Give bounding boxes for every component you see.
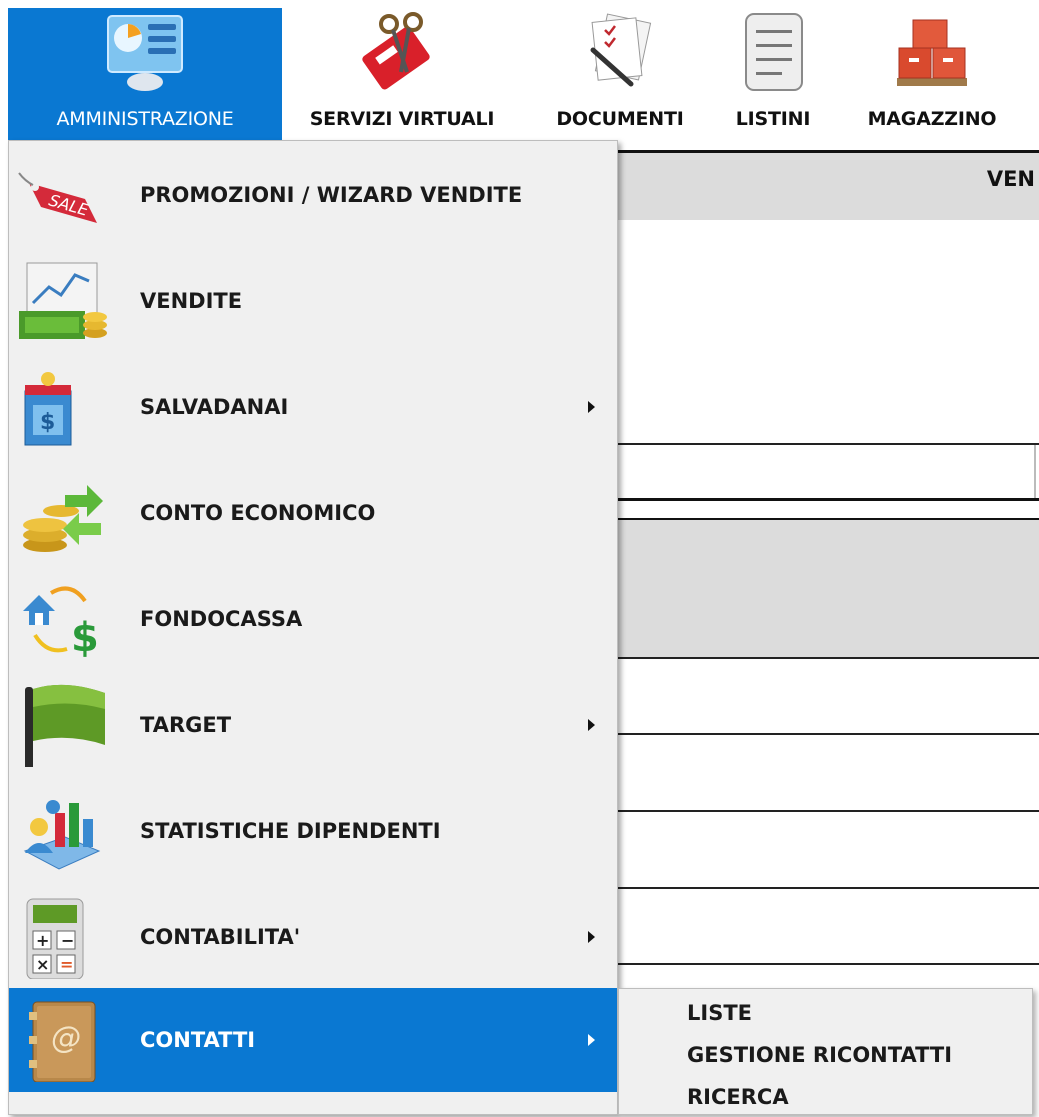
divider — [618, 657, 1039, 659]
address-book-icon: @ — [29, 1001, 96, 1082]
menu-item-fondocassa[interactable]: $ FONDOCASSA — [9, 567, 617, 671]
submenu-arrow-icon — [588, 719, 595, 731]
menu-item-promozioni[interactable]: SALE PROMOZIONI / WIZARD VENDITE — [9, 143, 617, 247]
menu-item-label: STATISTICHE DIPENDENTI — [140, 819, 441, 843]
menu-item-label: CONTO ECONOMICO — [140, 501, 376, 525]
submenu-arrow-icon — [588, 931, 595, 943]
top-toolbar: AMMINISTRAZIONE SERVIZI VIRTUALI DOCUMEN… — [0, 0, 1039, 140]
svg-text:$: $ — [71, 615, 99, 661]
list-notepad-icon — [745, 13, 803, 91]
submenu-item-label: RICERCA — [687, 1085, 789, 1109]
green-flag-icon — [25, 684, 105, 767]
toolbar-item-label: SERVIZI VIRTUALI — [309, 108, 495, 130]
menu-item-contabilita[interactable]: + − × = CONTABILITA' — [9, 885, 617, 989]
documents-pen-icon — [590, 13, 652, 87]
divider — [618, 443, 1039, 445]
menu-item-conto-economico[interactable]: CONTO ECONOMICO — [9, 461, 617, 565]
submenu-arrow-icon — [588, 1034, 595, 1046]
submenu-item-label: GESTIONE RICONTATTI — [687, 1043, 953, 1067]
sale-tag-icon: SALE — [18, 172, 97, 223]
svg-text:+: + — [36, 931, 49, 950]
menu-item-label: VENDITE — [140, 289, 243, 313]
toolbar-item-label: DOCUMENTI — [556, 108, 684, 130]
menu-item-label: CONTABILITA' — [140, 925, 301, 949]
background-table-header: VEN — [618, 150, 1039, 220]
toolbar-item-label: AMMINISTRAZIONE — [56, 108, 234, 130]
svg-text:×: × — [36, 955, 49, 974]
background-section — [618, 520, 1039, 658]
menu-item-label: FONDOCASSA — [140, 607, 303, 631]
submenu-arrow-icon — [588, 401, 595, 413]
submenu-item-label: LISTE — [687, 1001, 752, 1025]
divider — [618, 810, 1039, 812]
divider — [618, 733, 1039, 735]
svg-text:$: $ — [40, 410, 55, 435]
house-dollar-exchange-icon: $ — [23, 586, 99, 661]
menu-item-label: TARGET — [140, 713, 232, 737]
menu-item-target[interactable]: TARGET — [9, 673, 617, 777]
warehouse-boxes-icon — [897, 19, 967, 86]
toolbar-magazzino-button[interactable]: MAGAZZINO — [842, 8, 1022, 140]
contatti-submenu: LISTE GESTIONE RICONTATTI RICERCA — [618, 988, 1033, 1115]
menu-item-vendite[interactable]: VENDITE — [9, 249, 617, 353]
toolbar-servizi-virtuali-button[interactable]: SERVIZI VIRTUALI — [286, 8, 518, 140]
divider — [618, 887, 1039, 889]
toolbar-listini-button[interactable]: LISTINI — [718, 8, 828, 140]
svg-text:SALE: SALE — [47, 190, 92, 220]
piggy-bank-box-icon: $ — [24, 372, 72, 446]
coins-arrows-icon — [23, 485, 103, 552]
amministrazione-dropdown-menu: SALE PROMOZIONI / WIZARD VENDITE VENDITE… — [8, 140, 618, 1115]
scissors-card-icon — [362, 12, 430, 90]
svg-text:=: = — [60, 955, 73, 974]
menu-item-label: CONTATTI — [140, 1028, 256, 1052]
menu-item-contatti[interactable]: @ CONTATTI — [9, 988, 617, 1092]
menu-item-salvadanai[interactable]: $ SALVADANAI — [9, 355, 617, 459]
menu-item-statistiche-dipendenti[interactable]: STATISTICHE DIPENDENTI — [9, 779, 617, 883]
divider — [618, 963, 1039, 965]
background-header-text: VEN — [986, 167, 1035, 191]
toolbar-amministrazione-button[interactable]: AMMINISTRAZIONE — [8, 8, 282, 140]
divider — [1034, 445, 1036, 500]
menu-item-label: PROMOZIONI / WIZARD VENDITE — [140, 183, 523, 207]
toolbar-documenti-button[interactable]: DOCUMENTI — [536, 8, 704, 140]
submenu-item-gestione-ricontatti[interactable]: GESTIONE RICONTATTI — [619, 1035, 1032, 1075]
submenu-item-liste[interactable]: LISTE — [619, 993, 1032, 1033]
employee-stats-icon — [23, 800, 101, 870]
toolbar-item-label: MAGAZZINO — [867, 108, 997, 130]
calculator-icon: + − × = — [26, 898, 84, 979]
divider — [618, 498, 1039, 501]
toolbar-item-label: LISTINI — [735, 108, 811, 130]
svg-text:−: − — [61, 931, 74, 950]
sales-chart-money-icon — [19, 262, 107, 339]
menu-item-label: SALVADANAI — [140, 395, 289, 419]
submenu-item-ricerca[interactable]: RICERCA — [619, 1077, 1032, 1117]
admin-dashboard-icon — [107, 15, 183, 91]
svg-text:@: @ — [51, 1021, 81, 1056]
